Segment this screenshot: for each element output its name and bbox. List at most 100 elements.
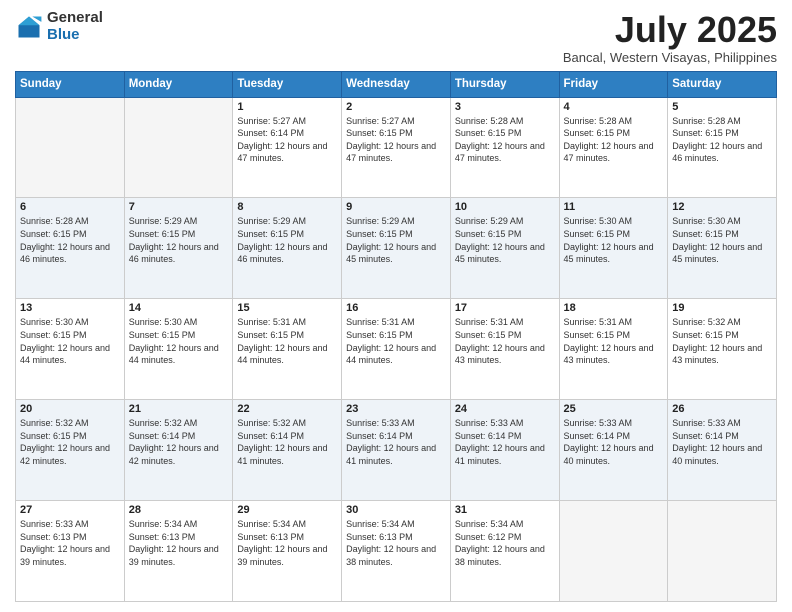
month-title: July 2025 (563, 10, 777, 50)
day-number: 7 (129, 201, 229, 213)
calendar-cell: 17 Sunrise: 5:31 AMSunset: 6:15 PMDayligh… (450, 299, 559, 400)
day-number: 4 (564, 101, 664, 113)
day-detail: Sunrise: 5:33 AMSunset: 6:14 PMDaylight:… (564, 417, 664, 467)
calendar-cell: 21Sunrise: 5:32 AMSunset: 6:14 PMDayligh… (124, 400, 233, 501)
calendar-cell: 24Sunrise: 5:33 AMSunset: 6:14 PMDayligh… (450, 400, 559, 501)
day-detail: Sunrise: 5:27 AMSunset: 6:15 PMDaylight:… (346, 115, 446, 165)
day-number: 2 (346, 101, 446, 113)
calendar-cell: 25 Sunrise: 5:33 AMSunset: 6:14 PMDayligh… (559, 400, 668, 501)
day-of-week-header: Monday (124, 71, 233, 97)
day-detail: Sunrise: 5:30 AMSunset: 6:15 PMDaylight:… (129, 316, 229, 366)
calendar-cell (124, 97, 233, 198)
day-number: 27 (20, 504, 120, 516)
header: General Blue July 2025 Bancal, Western V… (15, 10, 777, 65)
calendar-page: General Blue July 2025 Bancal, Western V… (0, 0, 792, 612)
calendar-header-row: SundayMondayTuesdayWednesdayThursdayFrid… (16, 71, 777, 97)
calendar-cell: 4 Sunrise: 5:28 AMSunset: 6:15 PMDaylight… (559, 97, 668, 198)
calendar-table: SundayMondayTuesdayWednesdayThursdayFrid… (15, 71, 777, 602)
calendar-cell: 30Sunrise: 5:34 AMSunset: 6:13 PMDayligh… (342, 501, 451, 602)
calendar-cell: 7 Sunrise: 5:29 AMSunset: 6:15 PMDaylight… (124, 198, 233, 299)
day-detail: Sunrise: 5:32 AMSunset: 6:15 PMDaylight:… (20, 417, 120, 467)
day-number: 26 (672, 403, 772, 415)
calendar-cell: 3 Sunrise: 5:28 AMSunset: 6:15 PMDaylight… (450, 97, 559, 198)
day-detail: Sunrise: 5:27 AMSunset: 6:14 PMDaylight:… (237, 115, 337, 165)
day-number: 15 (237, 302, 337, 314)
calendar-cell: 11 Sunrise: 5:30 AMSunset: 6:15 PMDayligh… (559, 198, 668, 299)
day-number: 22 (237, 403, 337, 415)
calendar-cell: 10Sunrise: 5:29 AMSunset: 6:15 PMDayligh… (450, 198, 559, 299)
day-of-week-header: Saturday (668, 71, 777, 97)
day-number: 3 (455, 101, 555, 113)
day-detail: Sunrise: 5:34 AMSunset: 6:12 PMDaylight:… (455, 518, 555, 568)
logo: General Blue (15, 10, 103, 43)
day-number: 19 (672, 302, 772, 314)
day-detail: Sunrise: 5:31 AMSunset: 6:15 PMDaylight:… (564, 316, 664, 366)
calendar-cell: 5Sunrise: 5:28 AMSunset: 6:15 PMDaylight… (668, 97, 777, 198)
calendar-cell: 19 Sunrise: 5:32 AMSunset: 6:15 PMDayligh… (668, 299, 777, 400)
day-detail: Sunrise: 5:33 AMSunset: 6:14 PMDaylight:… (346, 417, 446, 467)
calendar-cell: 26Sunrise: 5:33 AMSunset: 6:14 PMDayligh… (668, 400, 777, 501)
day-of-week-header: Friday (559, 71, 668, 97)
calendar-cell (16, 97, 125, 198)
logo-general: General (47, 9, 103, 26)
day-number: 24 (455, 403, 555, 415)
day-detail: Sunrise: 5:31 AMSunset: 6:15 PMDaylight:… (455, 316, 555, 366)
day-number: 23 (346, 403, 446, 415)
day-number: 30 (346, 504, 446, 516)
title-block: July 2025 Bancal, Western Visayas, Phili… (563, 10, 777, 65)
day-detail: Sunrise: 5:31 AMSunset: 6:15 PMDaylight:… (346, 316, 446, 366)
day-number: 17 (455, 302, 555, 314)
day-number: 5 (672, 101, 772, 113)
day-number: 8 (237, 201, 337, 213)
day-detail: Sunrise: 5:28 AMSunset: 6:15 PMDaylight:… (455, 115, 555, 165)
calendar-cell: 8Sunrise: 5:29 AMSunset: 6:15 PMDaylight… (233, 198, 342, 299)
day-detail: Sunrise: 5:32 AMSunset: 6:15 PMDaylight:… (672, 316, 772, 366)
calendar-cell: 9 Sunrise: 5:29 AMSunset: 6:15 PMDaylight… (342, 198, 451, 299)
day-detail: Sunrise: 5:29 AMSunset: 6:15 PMDaylight:… (455, 215, 555, 265)
day-number: 11 (564, 201, 664, 213)
day-detail: Sunrise: 5:29 AMSunset: 6:15 PMDaylight:… (346, 215, 446, 265)
calendar-week-row: 1 Sunrise: 5:27 AMSunset: 6:14 PMDaylight… (16, 97, 777, 198)
calendar-cell: 6 Sunrise: 5:28 AMSunset: 6:15 PMDaylight… (16, 198, 125, 299)
location-subtitle: Bancal, Western Visayas, Philippines (563, 50, 777, 65)
day-number: 18 (564, 302, 664, 314)
day-detail: Sunrise: 5:28 AMSunset: 6:15 PMDaylight:… (20, 215, 120, 265)
day-number: 16 (346, 302, 446, 314)
day-detail: Sunrise: 5:29 AMSunset: 6:15 PMDaylight:… (129, 215, 229, 265)
calendar-cell: 27Sunrise: 5:33 AMSunset: 6:13 PMDayligh… (16, 501, 125, 602)
day-number: 28 (129, 504, 229, 516)
day-number: 6 (20, 201, 120, 213)
day-number: 14 (129, 302, 229, 314)
calendar-cell: 18 Sunrise: 5:31 AMSunset: 6:15 PMDayligh… (559, 299, 668, 400)
calendar-cell (559, 501, 668, 602)
day-number: 20 (20, 403, 120, 415)
day-detail: Sunrise: 5:34 AMSunset: 6:13 PMDaylight:… (237, 518, 337, 568)
day-detail: Sunrise: 5:30 AMSunset: 6:15 PMDaylight:… (672, 215, 772, 265)
calendar-week-row: 13 Sunrise: 5:30 AMSunset: 6:15 PMDayligh… (16, 299, 777, 400)
day-of-week-header: Wednesday (342, 71, 451, 97)
calendar-cell: 13 Sunrise: 5:30 AMSunset: 6:15 PMDayligh… (16, 299, 125, 400)
day-detail: Sunrise: 5:30 AMSunset: 6:15 PMDaylight:… (20, 316, 120, 366)
calendar-cell: 14 Sunrise: 5:30 AMSunset: 6:15 PMDayligh… (124, 299, 233, 400)
logo-icon (15, 13, 43, 41)
day-detail: Sunrise: 5:30 AMSunset: 6:15 PMDaylight:… (564, 215, 664, 265)
logo-text: General Blue (47, 10, 103, 43)
calendar-cell: 31Sunrise: 5:34 AMSunset: 6:12 PMDayligh… (450, 501, 559, 602)
day-number: 25 (564, 403, 664, 415)
calendar-week-row: 6 Sunrise: 5:28 AMSunset: 6:15 PMDaylight… (16, 198, 777, 299)
calendar-cell: 12 Sunrise: 5:30 AMSunset: 6:15 PMDayligh… (668, 198, 777, 299)
calendar-cell: 16 Sunrise: 5:31 AMSunset: 6:15 PMDayligh… (342, 299, 451, 400)
day-of-week-header: Tuesday (233, 71, 342, 97)
day-detail: Sunrise: 5:28 AMSunset: 6:15 PMDaylight:… (564, 115, 664, 165)
day-detail: Sunrise: 5:34 AMSunset: 6:13 PMDaylight:… (129, 518, 229, 568)
calendar-cell: 20 Sunrise: 5:32 AMSunset: 6:15 PMDayligh… (16, 400, 125, 501)
day-of-week-header: Thursday (450, 71, 559, 97)
day-detail: Sunrise: 5:32 AMSunset: 6:14 PMDaylight:… (237, 417, 337, 467)
day-number: 13 (20, 302, 120, 314)
calendar-cell: 22 Sunrise: 5:32 AMSunset: 6:14 PMDayligh… (233, 400, 342, 501)
calendar-cell: 28 Sunrise: 5:34 AMSunset: 6:13 PMDayligh… (124, 501, 233, 602)
day-number: 1 (237, 101, 337, 113)
day-number: 9 (346, 201, 446, 213)
calendar-cell: 1 Sunrise: 5:27 AMSunset: 6:14 PMDaylight… (233, 97, 342, 198)
day-number: 12 (672, 201, 772, 213)
